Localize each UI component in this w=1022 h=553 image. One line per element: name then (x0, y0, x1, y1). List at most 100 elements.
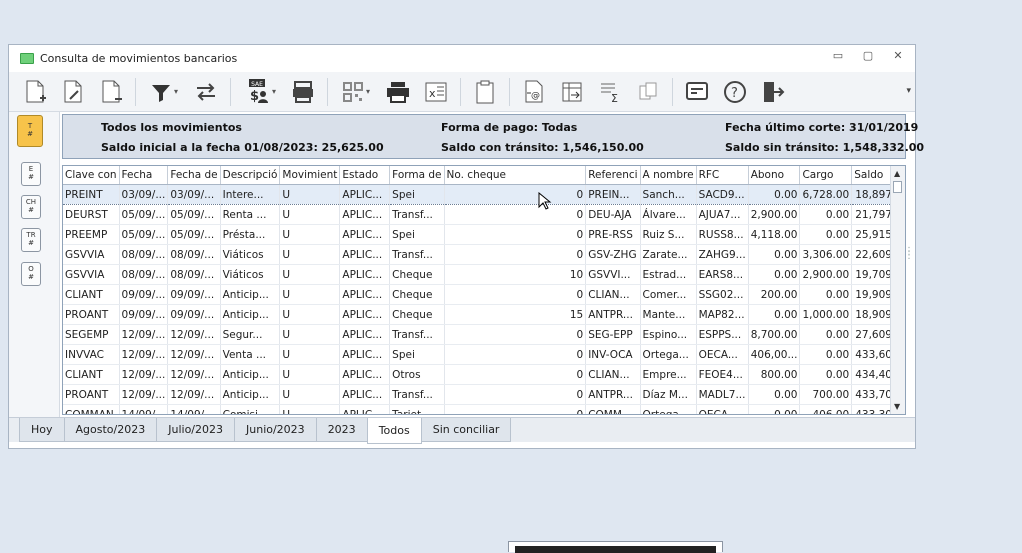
otros-filter-button[interactable]: O # (21, 262, 41, 286)
table-cell[interactable]: 03/09/... (119, 184, 169, 205)
table-cell[interactable]: 08/09/... (119, 244, 169, 265)
table-cell[interactable]: APLIC... (339, 244, 391, 265)
table-cell[interactable]: 200.00 (748, 284, 801, 305)
table-cell[interactable]: PREINT (63, 184, 120, 205)
table-cell[interactable]: ZAHG9... (696, 244, 749, 265)
table-cell[interactable]: 12/09/... (167, 344, 221, 365)
table-cell[interactable]: 08/09/... (119, 264, 169, 285)
table-cell[interactable]: MADL7... (696, 384, 749, 405)
todos-filter-button[interactable]: T # (17, 115, 43, 147)
table-cell[interactable]: 12/09/... (167, 364, 221, 385)
table-cell[interactable]: FEOE4... (696, 364, 749, 385)
table-cell[interactable]: AJUA7... (696, 204, 749, 225)
table-cell[interactable]: INVVAC (63, 344, 120, 365)
email-export-icon[interactable]: @ (520, 77, 548, 107)
tab-junio-2023[interactable]: Junio/2023 (234, 418, 317, 442)
table-cell[interactable]: Ruiz S... (640, 224, 697, 245)
table-cell[interactable]: Cheque (389, 284, 445, 305)
sae-money-icon[interactable]: SAE $ ▾ (241, 77, 279, 107)
table-row[interactable]: GSVVIA 08/09/... 08/09/... Viáticos U APLIC..… (63, 264, 905, 285)
table-row[interactable]: CLIANT 12/09/... 12/09/... Anticip... U APLIC… (63, 364, 905, 385)
table-cell[interactable]: APLIC... (339, 404, 391, 414)
table-cell[interactable]: U (279, 384, 341, 405)
table-cell[interactable]: 05/09/... (119, 224, 169, 245)
table-cell[interactable]: Mante... (640, 304, 697, 325)
table-cell[interactable]: 05/09/... (167, 204, 221, 225)
table-cell[interactable]: 0 (444, 204, 587, 225)
table-cell[interactable]: 12/09/... (167, 384, 221, 405)
table-cell[interactable]: OECA... (696, 344, 749, 365)
table-cell[interactable]: Segur... (220, 324, 281, 345)
table-cell[interactable]: Anticip... (220, 364, 281, 385)
table-cell[interactable]: Intere... (220, 184, 281, 205)
column-header[interactable]: Referenci (585, 166, 641, 185)
help-icon[interactable]: ? (721, 77, 749, 107)
table-row[interactable]: SEGEMP 12/09/... 12/09/... Segur... U APLIC..… (63, 324, 905, 345)
column-header[interactable]: Movimient (279, 166, 341, 185)
minimize-button[interactable]: ▭ (831, 49, 845, 62)
table-cell[interactable]: SEGEMP (63, 324, 120, 345)
column-header[interactable]: Forma de (389, 166, 445, 185)
maximize-button[interactable]: ▢ (861, 49, 875, 62)
table-cell[interactable]: 0.00 (748, 384, 801, 405)
table-cell[interactable]: 2,900.00 (748, 204, 801, 225)
table-cell[interactable]: 0.00 (748, 184, 801, 205)
table-cell[interactable]: COMM... (585, 404, 641, 414)
table-row[interactable]: DEURST 05/09/... 05/09/... Renta ... U APLIC.… (63, 204, 905, 225)
table-row[interactable]: COMMAN 14/09/... 14/09/... Comisi... U APLIC.… (63, 404, 905, 414)
table-cell[interactable]: 406,00... (748, 344, 801, 365)
table-cell[interactable]: 800.00 (748, 364, 801, 385)
table-cell[interactable]: APLIC... (339, 224, 391, 245)
tab-julio-2023[interactable]: Julio/2023 (156, 418, 235, 442)
grid-export-icon[interactable] (558, 77, 586, 107)
sum-icon[interactable]: Σ (596, 77, 624, 107)
table-cell[interactable]: U (279, 284, 341, 305)
table-cell[interactable]: 0 (444, 364, 587, 385)
table-cell[interactable]: SACD9... (696, 184, 749, 205)
table-cell[interactable]: 15 (444, 304, 587, 325)
table-row[interactable]: PROANT 12/09/... 12/09/... Anticip... U APLIC… (63, 384, 905, 405)
table-cell[interactable]: PROANT (63, 304, 120, 325)
table-cell[interactable]: 05/09/... (167, 224, 221, 245)
excel-export-icon[interactable]: x (422, 77, 450, 107)
column-header[interactable]: A nombre (640, 166, 697, 185)
qr-code-icon[interactable]: ▾ (338, 77, 374, 107)
printer-icon[interactable] (384, 77, 412, 107)
table-cell[interactable]: U (279, 364, 341, 385)
table-cell[interactable]: APLIC... (339, 344, 391, 365)
table-cell[interactable]: 12/09/... (119, 384, 169, 405)
tab-2023[interactable]: 2023 (315, 418, 368, 442)
table-cell[interactable]: 0.00 (799, 344, 853, 365)
table-cell[interactable]: 0.00 (799, 324, 853, 345)
table-cell[interactable]: CLIAN... (585, 284, 641, 305)
table-cell[interactable]: 09/09/... (119, 284, 169, 305)
table-cell[interactable]: U (279, 204, 341, 225)
table-row[interactable]: CLIANT 09/09/... 09/09/... Anticip... U APLIC… (63, 284, 905, 305)
column-header[interactable]: Abono (748, 166, 801, 185)
table-cell[interactable]: Anticip... (220, 384, 281, 405)
remove-document-icon[interactable] (97, 77, 125, 107)
table-cell[interactable]: 406.00 (799, 404, 853, 414)
table-cell[interactable]: SEG-EPP (585, 324, 641, 345)
table-cell[interactable]: Viáticos (220, 244, 281, 265)
table-cell[interactable]: APLIC... (339, 324, 391, 345)
table-cell[interactable]: DEU-AJA (585, 204, 641, 225)
table-cell[interactable]: DEURST (63, 204, 120, 225)
table-cell[interactable]: Ortega... (640, 404, 697, 414)
table-cell[interactable]: INV-OCA (585, 344, 641, 365)
table-cell[interactable]: 14/09/... (167, 404, 221, 414)
edit-document-icon[interactable] (59, 77, 87, 107)
table-cell[interactable]: APLIC... (339, 284, 391, 305)
tab-todos[interactable]: Todos (366, 418, 422, 444)
table-cell[interactable]: ANTPR... (585, 304, 641, 325)
table-cell[interactable]: Empre... (640, 364, 697, 385)
vertical-scrollbar[interactable]: ▲ ▼ (890, 166, 905, 414)
table-cell[interactable]: GSVVI... (585, 264, 641, 285)
filter-icon[interactable]: ▾ (146, 77, 182, 107)
table-cell[interactable]: Spei (389, 344, 445, 365)
table-cell[interactable]: Spei (389, 224, 445, 245)
table-cell[interactable]: Transf... (389, 324, 445, 345)
tab-hoy[interactable]: Hoy (19, 418, 65, 442)
table-cell[interactable]: U (279, 184, 341, 205)
transfer-icon[interactable] (192, 77, 220, 107)
